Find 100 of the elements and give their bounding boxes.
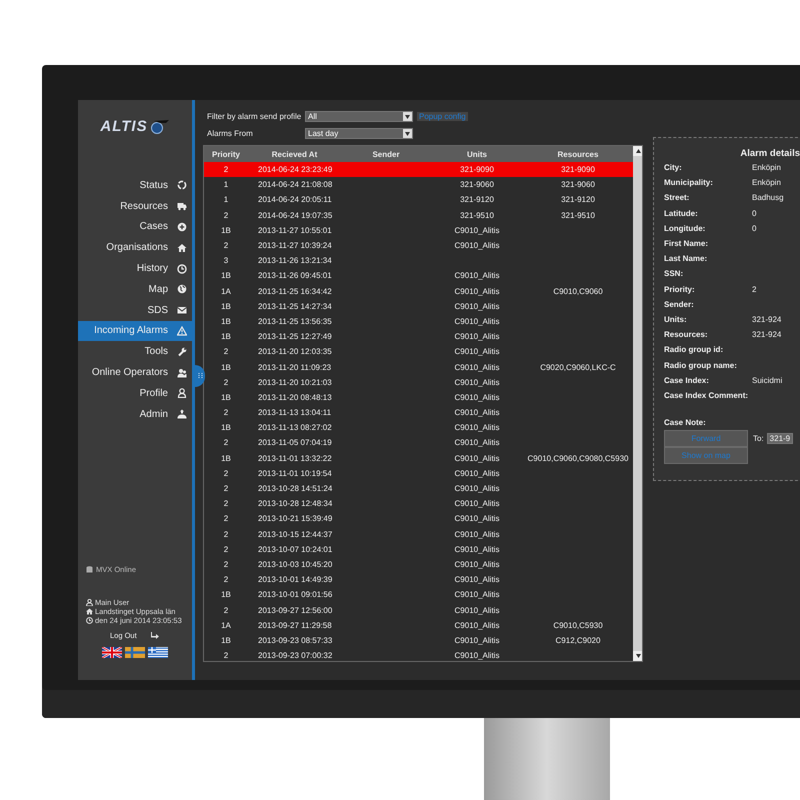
- table-cell[interactable]: 2013-09-27 12:56:00: [248, 602, 341, 618]
- scroll-down-icon[interactable]: [636, 654, 640, 658]
- table-cell[interactable]: C9010_Alitis: [431, 329, 523, 344]
- column-header[interactable]: Priority: [204, 146, 248, 162]
- table-cell[interactable]: C9010_Alitis: [431, 284, 523, 299]
- table-cell[interactable]: 2: [204, 572, 248, 588]
- table-cell[interactable]: 1A: [204, 618, 248, 633]
- table-cell[interactable]: C9010_Alitis: [431, 298, 523, 314]
- table-cell[interactable]: 2013-09-23 08:57:33: [248, 632, 341, 648]
- table-cell[interactable]: 2: [204, 466, 248, 481]
- table-cell[interactable]: 1B: [204, 420, 248, 436]
- table-cell[interactable]: C9010_Alitis: [431, 390, 523, 405]
- table-cell[interactable]: C9010_Alitis: [431, 405, 523, 420]
- table-cell[interactable]: C9010_Alitis: [431, 450, 523, 466]
- table-cell[interactable]: 2013-09-27 11:29:58: [248, 618, 341, 633]
- table-cell[interactable]: 2013-11-13 13:04:11: [248, 405, 341, 420]
- table-cell[interactable]: 1A: [204, 284, 248, 299]
- table-cell[interactable]: 1B: [204, 450, 248, 466]
- table-cell[interactable]: 321-9090: [431, 162, 523, 178]
- table-cell[interactable]: 2: [204, 374, 248, 390]
- table-cell[interactable]: 2013-11-25 12:27:49: [248, 329, 341, 344]
- table-cell[interactable]: 321-9060: [431, 177, 523, 192]
- nav-item[interactable]: Cases: [78, 216, 195, 238]
- table-cell[interactable]: 2013-10-01 09:01:56: [248, 587, 341, 602]
- table-cell[interactable]: 2: [204, 556, 248, 572]
- table-cell[interactable]: 321-9510: [523, 208, 633, 223]
- table-cell[interactable]: C9010_Alitis: [431, 238, 523, 254]
- table-cell[interactable]: 2: [204, 511, 248, 526]
- table-cell[interactable]: C9010_Alitis: [431, 268, 523, 284]
- table-cell[interactable]: 2: [204, 602, 248, 618]
- table-cell[interactable]: C9010_Alitis: [431, 344, 523, 360]
- table-cell[interactable]: C9020,C9060,LKC-C: [523, 359, 633, 375]
- table-cell[interactable]: C9010_Alitis: [431, 618, 523, 633]
- table-cell[interactable]: 2: [204, 480, 248, 496]
- table-cell[interactable]: 2013-10-28 14:51:24: [248, 480, 341, 496]
- table-cell[interactable]: 2: [204, 526, 248, 542]
- table-cell[interactable]: 321-9120: [523, 192, 633, 208]
- nav-item[interactable]: Admin: [78, 404, 195, 425]
- table-cell[interactable]: 1B: [204, 298, 248, 314]
- table-cell[interactable]: 2013-11-26 09:45:01: [248, 268, 341, 284]
- table-cell[interactable]: 1B: [204, 390, 248, 405]
- table-cell[interactable]: C9010_Alitis: [431, 648, 523, 661]
- table-cell[interactable]: C9010_Alitis: [431, 542, 523, 557]
- table-cell[interactable]: 2: [204, 344, 248, 360]
- table-cell[interactable]: 1: [204, 177, 248, 192]
- table-cell[interactable]: 2013-10-03 10:45:20: [248, 556, 341, 572]
- table-cell[interactable]: 321-9510: [431, 208, 523, 223]
- column-header[interactable]: Units: [431, 146, 523, 162]
- logout-icon[interactable]: [150, 632, 159, 639]
- table-cell[interactable]: C9010_Alitis: [431, 222, 523, 238]
- table-cell[interactable]: 2013-11-27 10:39:24: [248, 238, 341, 254]
- table-cell[interactable]: C9010,C5930: [523, 618, 633, 633]
- nav-item[interactable]: Map: [78, 278, 195, 300]
- nav-item[interactable]: Online Operators: [78, 362, 195, 383]
- column-header[interactable]: Recieved At: [248, 146, 341, 162]
- table-cell[interactable]: C9010_Alitis: [431, 587, 523, 602]
- table-cell[interactable]: 2013-10-21 15:39:49: [248, 511, 341, 526]
- table-cell[interactable]: C9010_Alitis: [431, 602, 523, 618]
- table-cell[interactable]: 2013-09-23 07:00:32: [248, 648, 341, 661]
- nav-item[interactable]: Profile: [78, 382, 195, 404]
- table-cell[interactable]: C9010,C9060: [523, 284, 633, 299]
- table-cell[interactable]: 2013-11-20 12:03:35: [248, 344, 341, 360]
- table-cell[interactable]: 2: [204, 648, 248, 661]
- table-cell[interactable]: 2: [204, 435, 248, 451]
- table-cell[interactable]: 2013-10-07 10:24:01: [248, 542, 341, 557]
- nav-item[interactable]: Organisations: [78, 237, 195, 258]
- table-cell[interactable]: 2: [204, 162, 248, 178]
- table-cell[interactable]: C9010,C9060,C9080,C5930: [523, 450, 633, 466]
- scrollbar[interactable]: [633, 146, 642, 661]
- table-cell[interactable]: 2014-06-24 20:05:11: [248, 192, 341, 208]
- table-cell[interactable]: 2013-10-15 12:44:37: [248, 526, 341, 542]
- dropdown-caret-icon[interactable]: [403, 112, 412, 121]
- table-cell[interactable]: C912,C9020: [523, 632, 633, 648]
- table-cell[interactable]: 3: [204, 253, 248, 268]
- table-cell[interactable]: C9010_Alitis: [431, 359, 523, 375]
- table-cell[interactable]: 1B: [204, 314, 248, 330]
- table-cell[interactable]: 2013-11-26 13:21:34: [248, 253, 341, 268]
- table-cell[interactable]: 321-9060: [523, 177, 633, 192]
- nav-item[interactable]: Status: [78, 175, 195, 196]
- table-cell[interactable]: 321-9090: [523, 162, 633, 178]
- table-cell[interactable]: 1B: [204, 587, 248, 602]
- recipient-field[interactable]: 321-9: [766, 433, 794, 444]
- table-cell[interactable]: 1: [204, 192, 248, 208]
- filter-dropdown[interactable]: Last day: [305, 128, 413, 139]
- table-cell[interactable]: C9010_Alitis: [431, 632, 523, 648]
- table-cell[interactable]: 2013-11-20 11:09:23: [248, 359, 341, 375]
- table-cell[interactable]: 1B: [204, 222, 248, 238]
- table-cell[interactable]: 2: [204, 405, 248, 420]
- table-cell[interactable]: 2013-11-27 10:55:01: [248, 222, 341, 238]
- flag-icon[interactable]: [148, 647, 168, 658]
- flag-icon[interactable]: [102, 647, 122, 658]
- table-cell[interactable]: C9010_Alitis: [431, 496, 523, 512]
- filter-dropdown[interactable]: All: [305, 111, 413, 122]
- table-cell[interactable]: C9010_Alitis: [431, 572, 523, 588]
- table-cell[interactable]: 2014-06-24 23:23:49: [248, 162, 341, 178]
- table-cell[interactable]: C9010_Alitis: [431, 435, 523, 451]
- dropdown-caret-icon[interactable]: [403, 129, 412, 138]
- table-cell[interactable]: 2013-10-28 12:48:34: [248, 496, 341, 512]
- nav-item[interactable]: Incoming Alarms: [78, 320, 195, 342]
- column-header[interactable]: Sender: [341, 146, 431, 162]
